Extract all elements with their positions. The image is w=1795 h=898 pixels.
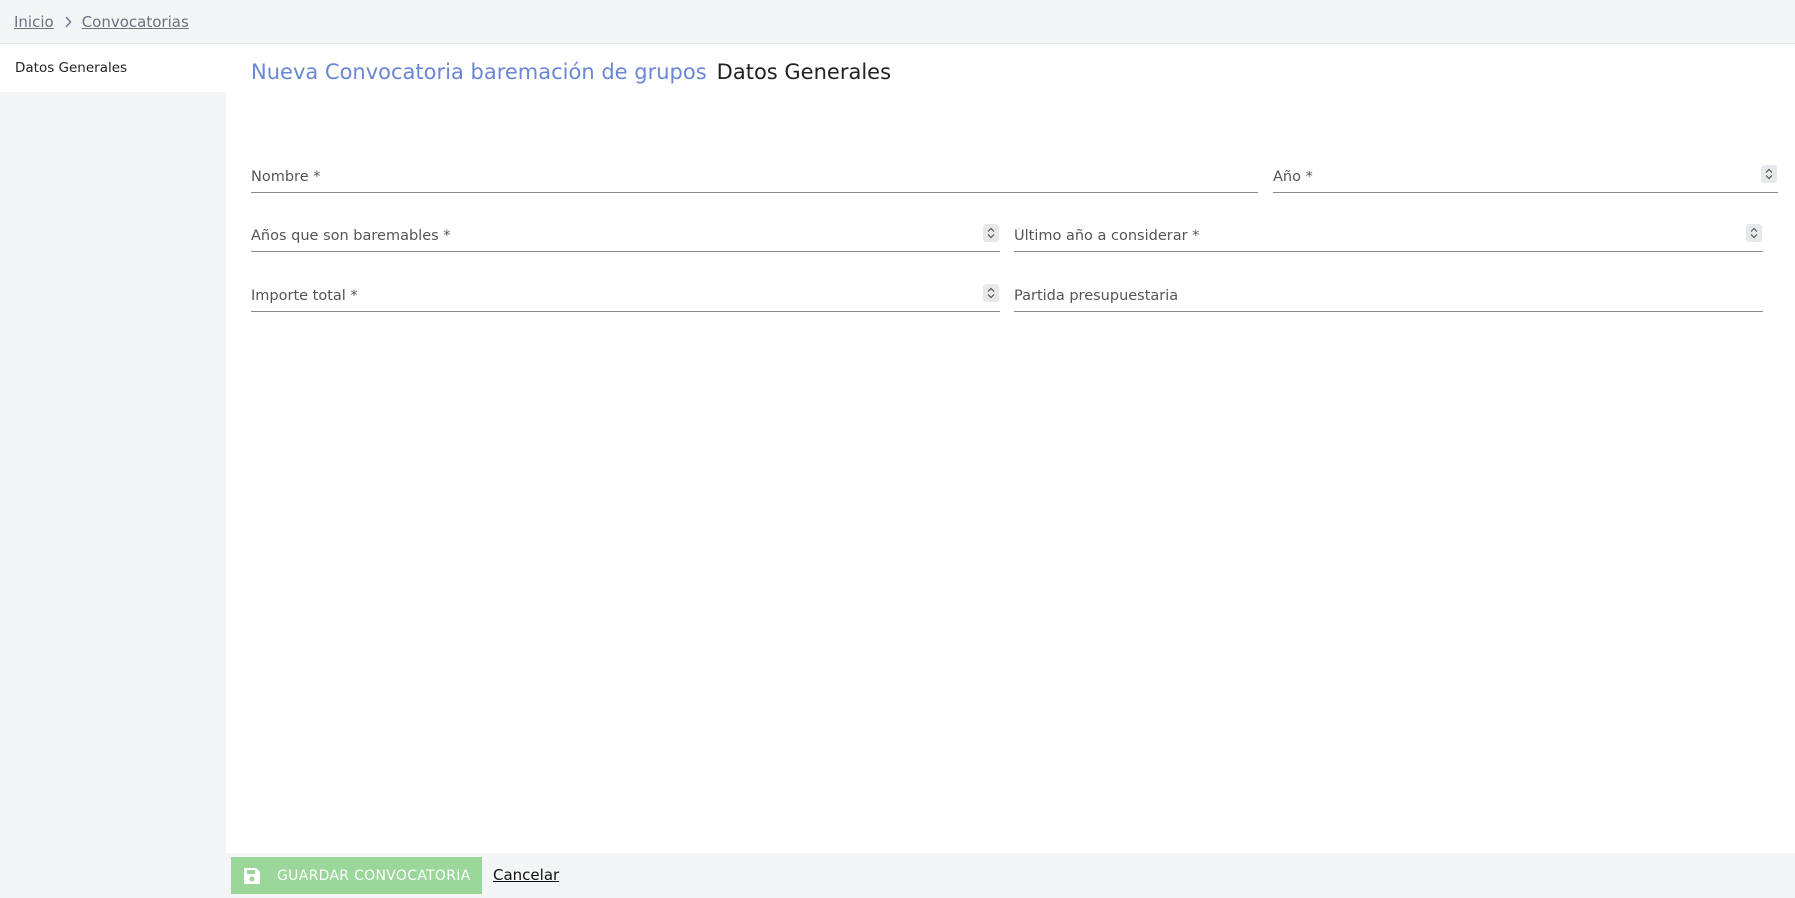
save-button[interactable]: GUARDAR CONVOCATORIA [231,857,482,894]
partida-presupuestaria-field [1014,280,1763,312]
page-title-section: Datos Generales [716,60,892,84]
importe-total-field [251,280,1000,312]
nombre-field [251,161,1258,193]
number-spinner-icon[interactable] [1746,224,1762,242]
save-button-label: GUARDAR CONVOCATORIA [277,867,471,884]
number-spinner-icon[interactable] [983,284,999,302]
save-icon [243,867,261,885]
importe-total-input[interactable] [251,280,1000,311]
ultimo-ano-field [1014,220,1763,252]
anos-baremables-field [251,220,1000,252]
main-content: Nueva Convocatoria baremación de grupos … [226,44,1795,853]
footer-actions: GUARDAR CONVOCATORIA Cancelar [226,853,1795,898]
anos-baremables-input[interactable] [251,220,1000,251]
number-spinner-icon[interactable] [983,224,999,242]
breadcrumb: Inicio Convocatorias [0,0,1795,44]
ano-input[interactable] [1273,161,1778,192]
number-spinner-icon[interactable] [1761,165,1777,183]
page-title-main: Nueva Convocatoria baremación de grupos [251,60,707,84]
sidebar-item-datos-generales[interactable]: Datos Generales [0,44,226,92]
ano-field [1273,161,1778,193]
breadcrumb-convocatorias-link[interactable]: Convocatorias [82,13,189,31]
breadcrumb-inicio-link[interactable]: Inicio [14,13,54,31]
nombre-input[interactable] [251,161,1258,192]
chevron-right-icon [64,15,72,28]
partida-presupuestaria-input[interactable] [1014,280,1763,311]
sidebar-item-label: Datos Generales [15,60,128,76]
page-title: Nueva Convocatoria baremación de grupos … [251,60,891,84]
ultimo-ano-input[interactable] [1014,220,1763,251]
sidebar: Datos Generales [0,44,226,898]
cancel-link[interactable]: Cancelar [493,866,559,884]
